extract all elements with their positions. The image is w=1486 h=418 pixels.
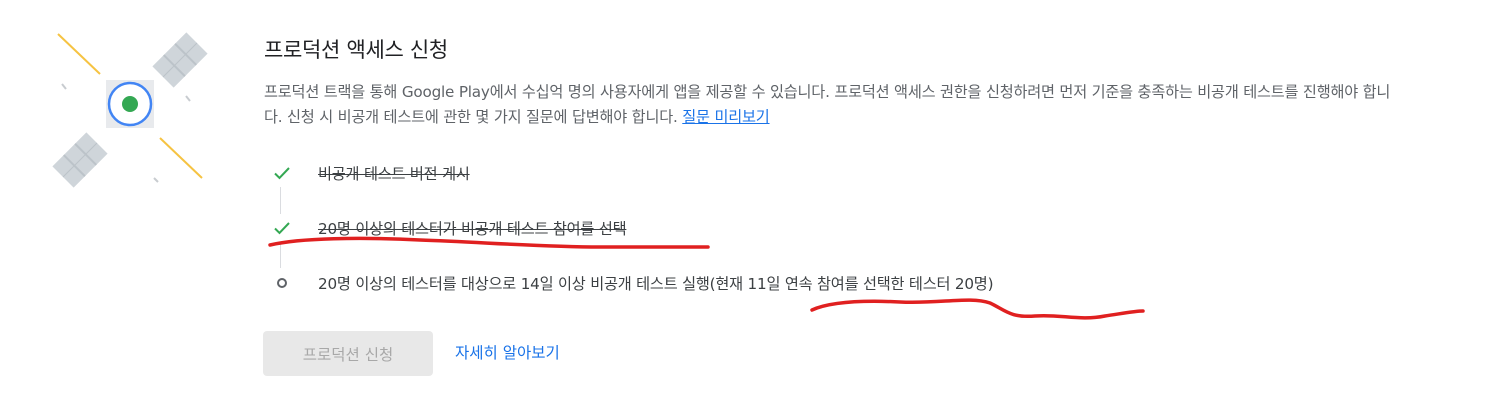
- preview-questions-link[interactable]: 질문 미리보기: [682, 108, 769, 126]
- requirement-label: 20명 이상의 테스터가 비공개 테스트 참여를 선택: [318, 220, 627, 238]
- annotation-underline: [810, 298, 1145, 320]
- requirement-label: 20명 이상의 테스터를 대상으로 14일 이상 비공개 테스트 실행(현재 1…: [318, 275, 994, 293]
- circle-outline-icon: [268, 269, 296, 297]
- requirement-label: 비공개 테스트 버전 게시: [318, 165, 470, 183]
- check-icon: [268, 214, 296, 242]
- description-text: 프로덕션 트랙을 통해 Google Play에서 수십억 명의 사용자에게 앱…: [264, 83, 1391, 126]
- learn-more-link[interactable]: 자세히 알아보기: [455, 341, 560, 363]
- requirement-step: 20명 이상의 테스터가 비공개 테스트 참여를 선택: [268, 213, 627, 243]
- requirement-step: 비공개 테스트 버전 게시: [268, 158, 470, 188]
- page-title: 프로덕션 액세스 신청: [264, 38, 448, 62]
- check-icon: [268, 159, 296, 187]
- satellite-illustration: [52, 32, 208, 188]
- description: 프로덕션 트랙을 통해 Google Play에서 수십억 명의 사용자에게 앱…: [264, 80, 1394, 130]
- apply-production-button[interactable]: 프로덕션 신청: [263, 331, 433, 376]
- requirement-step: 20명 이상의 테스터를 대상으로 14일 이상 비공개 테스트 실행(현재 1…: [268, 268, 993, 298]
